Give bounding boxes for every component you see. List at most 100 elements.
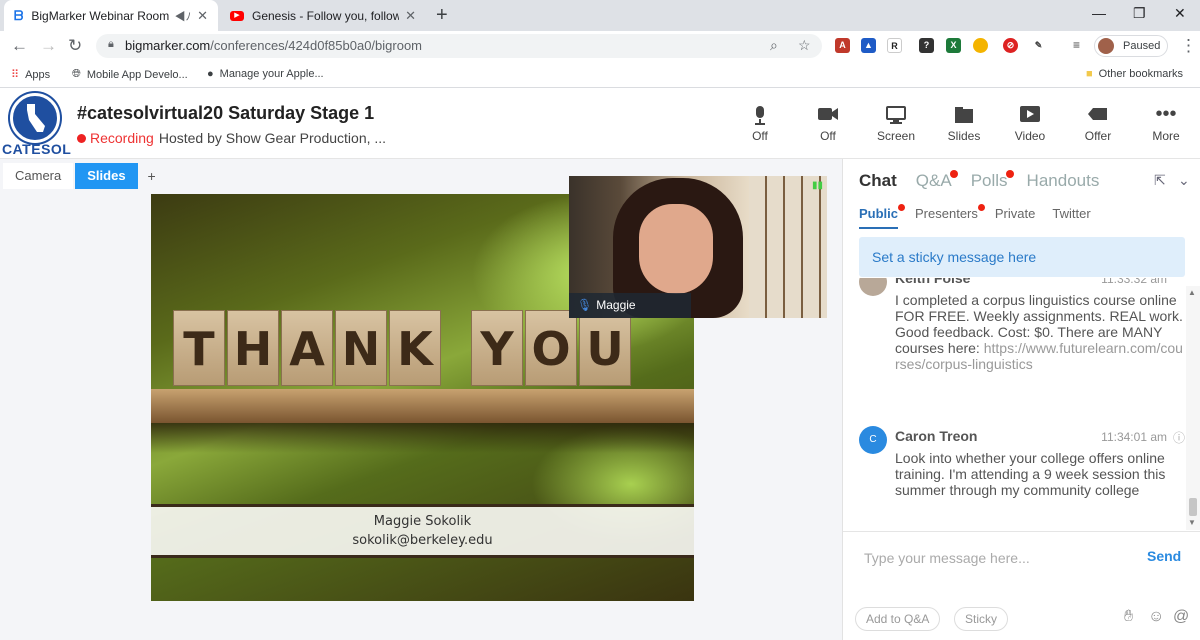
forward-arrow-icon[interactable]: → — [40, 36, 57, 56]
subtab-twitter[interactable]: Twitter — [1052, 206, 1090, 229]
tab-slides[interactable]: Slides — [75, 163, 138, 189]
bookmarks-bar: ⠿ Apps 🌐︎ Mobile App Develo... ● Manage … — [0, 61, 1200, 88]
pdf-extension-icon[interactable]: A — [835, 38, 850, 53]
logo-text: CATESOL — [2, 141, 72, 157]
tab-polls[interactable]: Polls — [971, 170, 1014, 191]
new-tab-button[interactable]: + — [436, 4, 448, 27]
close-tab-icon[interactable]: ✕ — [405, 8, 416, 24]
browser-tab-youtube[interactable]: ▶ Genesis - Follow you, follow me ( ✕ — [220, 0, 426, 31]
sticky-message-bar[interactable]: Set a sticky message here — [859, 237, 1185, 277]
profile-button[interactable]: Paused — [1094, 35, 1168, 57]
block-extension-icon[interactable]: ⊘ — [1003, 38, 1018, 53]
avatar — [1098, 38, 1114, 54]
speaker-icon[interactable]: ◀ﾉ — [175, 8, 192, 24]
bookmark-apple[interactable]: ● Manage your Apple... — [207, 68, 324, 80]
notification-dot — [898, 204, 906, 211]
restore-icon[interactable]: ❐ — [1133, 5, 1146, 22]
add-tab-button[interactable]: + — [148, 163, 156, 189]
webcam-feed[interactable]: ▮▮ 🎙︎Maggie Sololik▐▌ — [569, 176, 827, 318]
recording-label: Recording — [90, 130, 154, 146]
notification-dot — [977, 204, 985, 211]
mention-icon[interactable]: @ — [1173, 608, 1189, 626]
chat-input[interactable]: Type your message here... — [864, 550, 1030, 566]
url-text[interactable]: bigmarker.com/conferences/424d0f85b0a0/b… — [125, 38, 422, 53]
hosted-by-text: Hosted by Show Gear Production, ... — [158, 130, 387, 146]
message-author: Caron Treon — [895, 428, 978, 444]
letter-block: N — [335, 310, 387, 386]
minimize-icon[interactable]: — — [1092, 5, 1106, 21]
screen-icon — [866, 105, 926, 127]
letter-block: A — [281, 310, 333, 386]
message-time: 11:33:32 am — [1101, 278, 1167, 286]
profile-status: Paused — [1123, 40, 1161, 52]
info-icon[interactable]: ⓘ — [1173, 429, 1185, 446]
menu-kebab-icon[interactable]: ⋮ — [1180, 36, 1197, 56]
address-bar[interactable]: 🔒︎ bigmarker.com/conferences/424d0f85b0a… — [96, 34, 822, 58]
chevron-down-icon[interactable]: ⌄ — [1178, 172, 1190, 189]
camera-toggle-button[interactable]: Off — [798, 105, 858, 143]
tab-qa[interactable]: Q&A — [916, 170, 958, 191]
tab-handouts[interactable]: Handouts — [1027, 171, 1100, 191]
bookmark-apps[interactable]: ⠿ Apps — [11, 68, 50, 82]
room-subtitle: Recording Hosted by Show Gear Production,… — [77, 130, 386, 146]
subtab-public[interactable]: Public — [859, 204, 906, 229]
presenter-name: Maggie Sokolik — [373, 514, 472, 529]
browser-tab-bigmarker[interactable]: ᗷ BigMarker Webinar Room ◀ﾉ ✕ — [4, 0, 218, 31]
raise-hand-icon[interactable]: ✋︎ — [1124, 608, 1133, 626]
tab-camera[interactable]: Camera — [3, 163, 74, 189]
more-button[interactable]: ••• More — [1136, 104, 1196, 143]
rx-extension-icon[interactable]: R — [887, 38, 902, 53]
scroll-down-icon[interactable]: ▼ — [1188, 518, 1196, 527]
microphone-icon — [730, 105, 790, 127]
close-tab-icon[interactable]: ✕ — [197, 8, 208, 24]
other-bookmarks[interactable]: ■ Other bookmarks — [1086, 68, 1183, 80]
letter-block: H — [227, 310, 279, 386]
recording-dot-icon — [77, 134, 86, 143]
scroll-up-icon[interactable]: ▲ — [1188, 288, 1196, 297]
browser-toolbar: ← → ↻ 🔒︎ bigmarker.com/conferences/424d0… — [0, 31, 1200, 61]
bookmark-mobile-app[interactable]: 🌐︎ Mobile App Develo... — [72, 68, 188, 81]
zoom-icon[interactable]: ⌕ — [770, 37, 778, 54]
reading-list-icon[interactable]: ≡ — [1069, 38, 1084, 53]
pen-extension-icon[interactable]: ✎ — [1031, 38, 1046, 53]
lock-icon: 🔒︎ — [108, 38, 114, 50]
graduation-extension-icon[interactable]: ▲ — [861, 38, 876, 53]
color-wheel-extension-icon[interactable] — [973, 38, 988, 53]
video-button[interactable]: Video — [1000, 105, 1060, 143]
popout-icon[interactable]: ⇱ — [1154, 172, 1166, 189]
subtab-presenters[interactable]: Presenters — [915, 204, 985, 229]
globe-icon: 🌐︎ — [72, 68, 81, 80]
add-to-qa-button[interactable]: Add to Q&A — [855, 607, 941, 631]
calculator-extension-icon[interactable]: ? — [919, 38, 934, 53]
chat-message: C Caron Treon 11:34:01 am ⓘ Look into wh… — [859, 426, 1185, 530]
microphone-icon: 🎙︎ — [577, 298, 593, 312]
close-window-icon[interactable]: ✕ — [1174, 5, 1186, 22]
letter-block: O — [525, 310, 577, 386]
presentation-stage: Camera Slides + T H A N K Y O U Maggie S… — [0, 159, 842, 640]
folder-icon: ■ — [1086, 68, 1093, 80]
mic-toggle-button[interactable]: Off — [730, 105, 790, 143]
excel-extension-icon[interactable]: X — [946, 38, 961, 53]
tab-chat[interactable]: Chat — [859, 171, 897, 191]
send-button[interactable]: Send — [1147, 548, 1181, 564]
bookmark-star-icon[interactable]: ☆ — [798, 37, 811, 54]
reload-icon[interactable]: ↻ — [68, 36, 82, 56]
emoji-icon[interactable]: ☺ — [1148, 608, 1164, 626]
back-arrow-icon[interactable]: ← — [11, 36, 28, 56]
bigmarker-b-icon: ᗷ — [14, 7, 24, 23]
scrollbar-thumb[interactable] — [1189, 498, 1197, 516]
camera-icon — [798, 105, 858, 127]
screen-share-button[interactable]: Screen — [866, 105, 926, 143]
apple-icon: ● — [207, 68, 214, 80]
stage-tabs: Camera Slides + — [3, 163, 156, 189]
letter-block: Y — [471, 310, 523, 386]
subtab-private[interactable]: Private — [995, 206, 1035, 229]
chat-scrollbar[interactable]: ▲ ▼ — [1186, 286, 1200, 530]
offer-button[interactable]: Offer — [1068, 105, 1128, 143]
signal-strength-icon: ▮▮ — [811, 180, 823, 191]
sticky-button[interactable]: Sticky — [954, 607, 1009, 631]
room-title: #catesolvirtual20 Saturday Stage 1 — [77, 103, 375, 123]
slides-button[interactable]: Slides — [934, 105, 994, 143]
chat-panel: Chat Q&A Polls Handouts ⇱ ⌄ Public Prese… — [842, 159, 1200, 640]
chat-message: Keith Folse 11:33:32 am I completed a co… — [859, 278, 1183, 398]
